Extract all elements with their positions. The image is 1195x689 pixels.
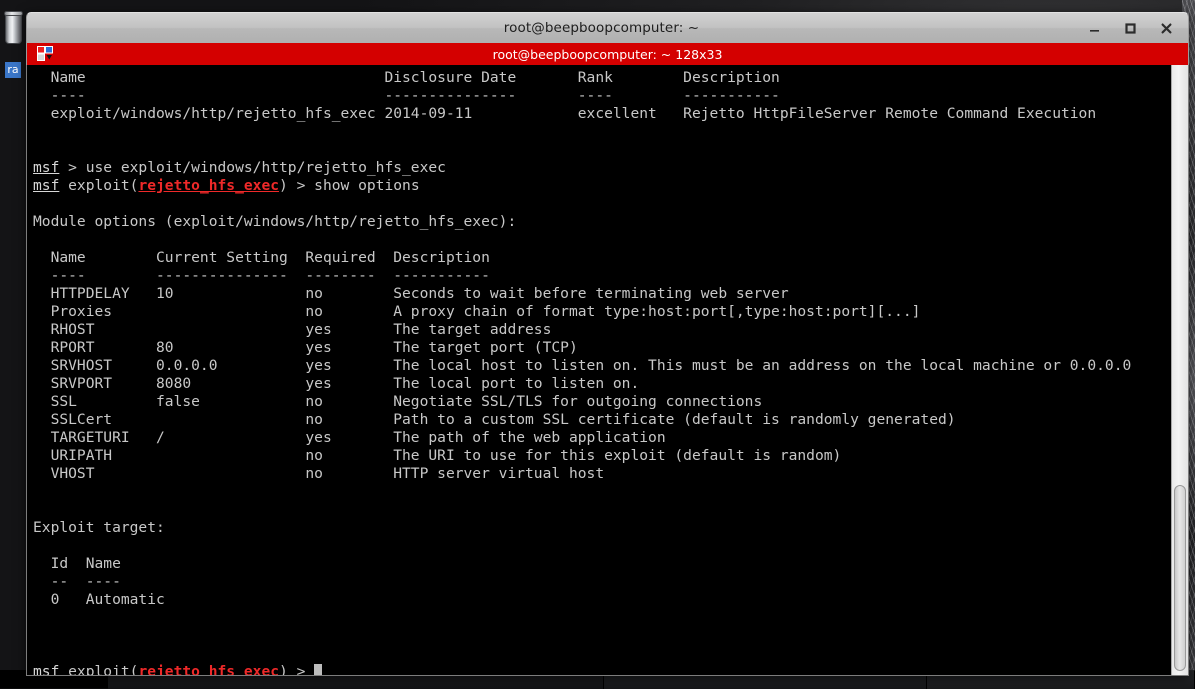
close-icon[interactable] <box>1158 20 1174 36</box>
maximize-icon[interactable] <box>1122 20 1138 36</box>
desktop-icon-strip: ra <box>0 0 26 688</box>
terminal-output: Name Disclosure Date Rank Description --… <box>33 69 1171 675</box>
trash-can-icon[interactable] <box>0 11 26 44</box>
terminal-window: root@beepboopcomputer: ~ root@beepboopco… <box>26 12 1189 676</box>
minimize-icon[interactable] <box>1086 20 1102 36</box>
terminal-scrollbar-thumb[interactable] <box>1174 485 1186 671</box>
desktop-icon-label-text: ra <box>5 62 21 78</box>
window-controls <box>1086 20 1188 36</box>
terminal-tab-title[interactable]: root@beepboopcomputer: ~ 128x33 <box>57 47 1188 62</box>
desktop-icon-label[interactable]: ra <box>0 62 26 82</box>
window-titlebar[interactable]: root@beepboopcomputer: ~ <box>26 12 1189 43</box>
terminal-scrollbar[interactable] <box>1171 65 1188 675</box>
terminal-body: Name Disclosure Date Rank Description --… <box>26 65 1189 676</box>
terminal-tabbar: root@beepboopcomputer: ~ 128x33 <box>26 43 1189 65</box>
window-title: root@beepboopcomputer: ~ <box>503 20 700 36</box>
window-list-icon[interactable] <box>35 43 57 65</box>
terminal-screen[interactable]: Name Disclosure Date Rank Description --… <box>27 65 1171 675</box>
